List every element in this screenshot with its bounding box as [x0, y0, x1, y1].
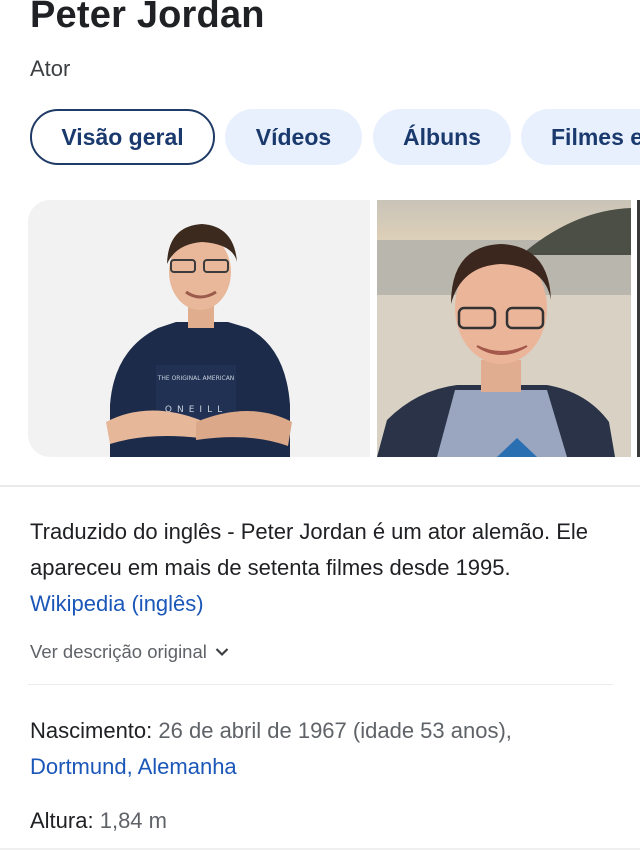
fact-birth: Nascimento: 26 de abril de 1967 (idade 5… — [30, 713, 620, 785]
view-original-description-button[interactable]: Ver descrição original — [30, 641, 229, 663]
tab-bar: Visão geral Vídeos Álbuns Filmes e — [30, 109, 640, 165]
bottom-divider — [0, 848, 640, 850]
tab-overview[interactable]: Visão geral — [30, 109, 215, 165]
tab-films[interactable]: Filmes e — [521, 109, 640, 165]
fact-birth-label: Nascimento: — [30, 718, 153, 743]
fact-height: Altura: 1,84 m — [30, 803, 620, 839]
chevron-down-icon — [215, 648, 229, 657]
description-text: Traduzido do inglês - Peter Jordan é um … — [30, 519, 589, 580]
svg-text:THE ORIGINAL AMERICAN: THE ORIGINAL AMERICAN — [157, 375, 235, 382]
tab-videos[interactable]: Vídeos — [225, 109, 362, 165]
wikipedia-link[interactable]: Wikipedia (inglês) — [30, 591, 204, 616]
entity-subtitle: Ator — [30, 56, 71, 81]
photo-beach[interactable] — [377, 200, 631, 457]
photo-studio[interactable]: THE ORIGINAL AMERICAN ONEILL — [28, 200, 370, 457]
fact-height-label: Altura: — [30, 808, 94, 833]
section-divider — [0, 485, 640, 487]
fact-height-value: 1,84 m — [99, 808, 167, 833]
facts-divider — [28, 684, 613, 685]
view-original-label: Ver descrição original — [30, 641, 207, 662]
birthplace-link[interactable]: Dortmund, Alemanha — [30, 754, 237, 779]
image-gallery: THE ORIGINAL AMERICAN ONEILL — [28, 200, 640, 457]
entity-title: Peter Jordan — [30, 0, 265, 36]
tab-albums[interactable]: Álbuns — [373, 109, 511, 165]
fact-birth-value: 26 de abril de 1967 (idade 53 anos), — [158, 718, 512, 743]
description: Traduzido do inglês - Peter Jordan é um … — [30, 514, 610, 622]
